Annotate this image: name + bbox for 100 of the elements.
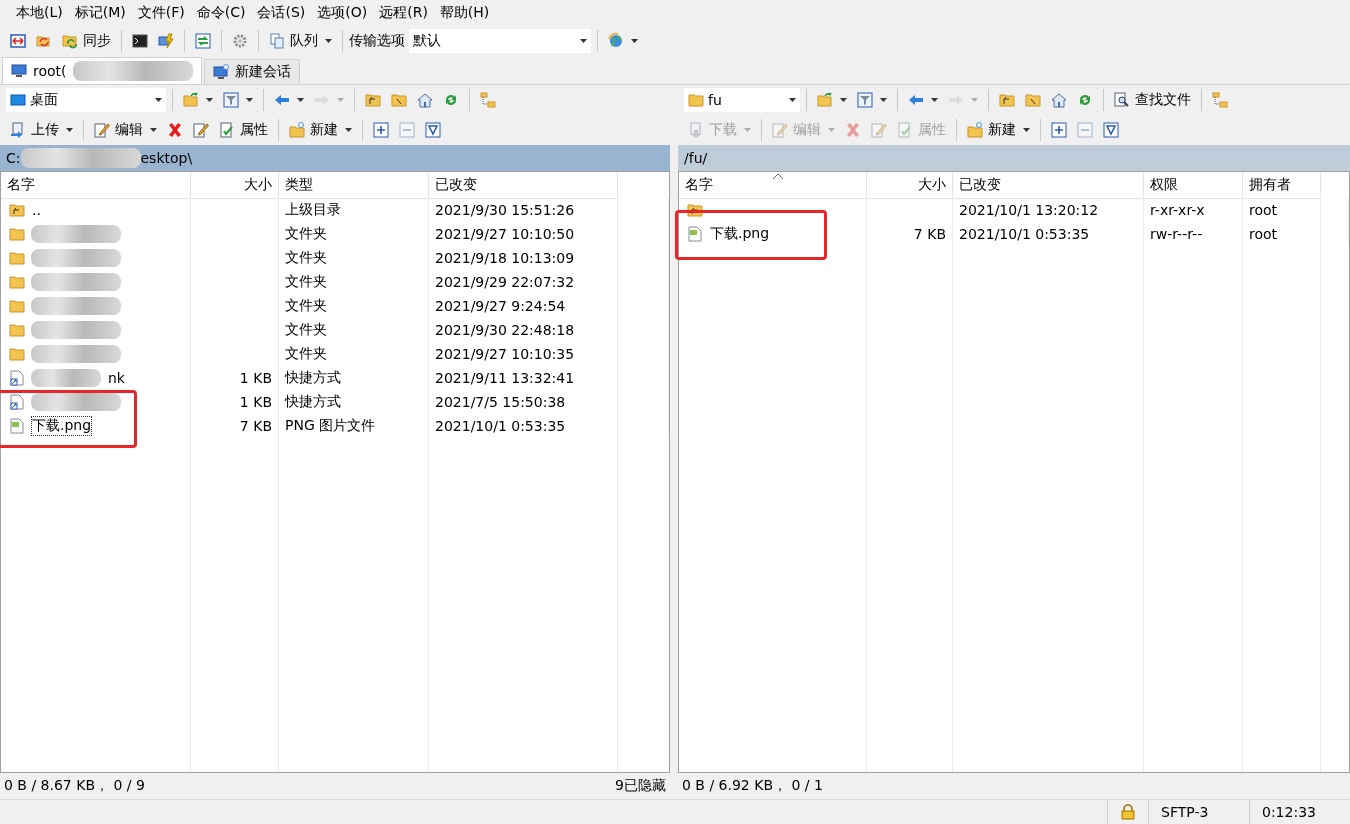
folder-slash-icon bbox=[391, 92, 407, 108]
folder-up-icon bbox=[999, 92, 1015, 108]
toolbar-button[interactable]: 同步 bbox=[58, 28, 115, 54]
document-check-icon bbox=[897, 122, 913, 138]
table-cell: 1 KB bbox=[239, 370, 272, 386]
table-cell: 2021/9/11 13:32:41 bbox=[435, 370, 575, 386]
caret-icon bbox=[789, 98, 796, 102]
caret-icon bbox=[155, 98, 162, 102]
arrow-left-icon bbox=[274, 92, 290, 108]
file-name[interactable]: .. bbox=[31, 201, 42, 219]
split-arrows-icon bbox=[10, 33, 26, 49]
toolbar-button[interactable]: 属性 bbox=[215, 117, 272, 143]
session-tab[interactable]: 新建会话 bbox=[203, 59, 300, 84]
table-cell: 文件夹 bbox=[285, 297, 327, 315]
column-header[interactable]: 已改变 bbox=[429, 172, 618, 199]
table-cell: 文件夹 bbox=[285, 249, 327, 267]
table-cell: 2021/9/29 22:07:32 bbox=[435, 274, 575, 290]
table-cell: 2021/10/1 0:53:35 bbox=[959, 226, 1090, 242]
table-cell: 1 KB bbox=[239, 394, 272, 410]
menu-item[interactable]: 选项(O) bbox=[311, 2, 374, 24]
delete-icon bbox=[845, 122, 861, 138]
dropdown-field[interactable]: fu bbox=[684, 88, 800, 112]
document-pencil-icon bbox=[193, 122, 209, 138]
column-header[interactable]: 已改变 bbox=[953, 172, 1144, 199]
toolbar-button[interactable]: 编辑 bbox=[90, 117, 161, 143]
toolbar-button[interactable]: 上传 bbox=[6, 117, 77, 143]
menu-item[interactable]: 帮助(H) bbox=[433, 2, 496, 24]
menu-item[interactable]: 本地(L) bbox=[10, 2, 69, 24]
folder-tree-icon bbox=[480, 92, 496, 108]
tab-label: 新建会话 bbox=[234, 63, 291, 81]
path-text: /fu/ bbox=[684, 150, 708, 166]
toolbar-button[interactable]: 新建 bbox=[285, 117, 356, 143]
status-text: 0 B / 6.92 KB， 0 / 1 bbox=[682, 777, 823, 795]
dropdown-field[interactable]: 桌面 bbox=[6, 88, 166, 112]
table-cell: 2021/9/27 10:10:35 bbox=[435, 346, 575, 362]
table-cell: 2021/9/27 9:24:54 bbox=[435, 298, 566, 314]
menu-item[interactable]: 远程(R) bbox=[373, 2, 434, 24]
path-text: esktop\ bbox=[140, 150, 193, 166]
delete-icon bbox=[167, 122, 183, 138]
table-cell: rw-r--r-- bbox=[1150, 226, 1203, 242]
home-icon bbox=[1051, 92, 1067, 108]
file-name[interactable]: 下载.png bbox=[709, 224, 771, 244]
document-pencil-icon bbox=[871, 122, 887, 138]
search-document-icon bbox=[1114, 92, 1130, 108]
column-header[interactable]: 名字 bbox=[1, 172, 191, 199]
table-cell: 文件夹 bbox=[285, 321, 327, 339]
table-cell: 2021/9/30 22:48:18 bbox=[435, 322, 575, 338]
file-name[interactable]: nk bbox=[107, 369, 126, 387]
table-cell: 上级目录 bbox=[285, 201, 341, 219]
upload-icon bbox=[10, 122, 26, 138]
plus-icon bbox=[1051, 122, 1067, 138]
folder-star-icon bbox=[967, 122, 983, 138]
triangle-icon bbox=[425, 122, 441, 138]
table-cell: 文件夹 bbox=[285, 273, 327, 291]
table-cell: 2021/9/27 10:10:50 bbox=[435, 226, 575, 242]
minus-icon bbox=[1077, 122, 1093, 138]
file-name[interactable]: 下载.png bbox=[31, 416, 93, 436]
filter-icon bbox=[857, 92, 873, 108]
menu-item[interactable]: 命令(C) bbox=[190, 2, 252, 24]
folder-sync-icon bbox=[62, 33, 78, 49]
protocol-text: SFTP-3 bbox=[1161, 804, 1209, 820]
monitor-icon bbox=[11, 63, 27, 79]
refresh-icon bbox=[443, 92, 459, 108]
dropdown-field[interactable]: 默认 bbox=[409, 29, 591, 53]
gear-icon bbox=[232, 33, 248, 49]
column-header[interactable]: 拥有者 bbox=[1243, 172, 1321, 199]
monitor-bolt-icon bbox=[158, 33, 174, 49]
table-cell: root bbox=[1249, 226, 1278, 242]
menu-item[interactable]: 标记(M) bbox=[68, 2, 132, 24]
terminal-icon bbox=[132, 33, 148, 49]
toolbar-button[interactable]: 查找文件 bbox=[1110, 87, 1195, 113]
column-header[interactable]: 名字 bbox=[679, 172, 867, 199]
elapsed-time: 0:12:33 bbox=[1262, 804, 1316, 820]
table-cell: PNG 图片文件 bbox=[285, 417, 376, 435]
column-header[interactable]: 大小 bbox=[191, 172, 279, 199]
document-pencil-icon bbox=[94, 122, 110, 138]
table-cell: 2021/9/30 15:51:26 bbox=[435, 202, 575, 218]
session-tab[interactable]: root( bbox=[2, 57, 202, 84]
folders-sync-icon bbox=[36, 33, 52, 49]
field-label: 传输选项 bbox=[349, 32, 405, 50]
documents-icon bbox=[269, 33, 285, 49]
caret-icon bbox=[580, 39, 587, 43]
folder-icon bbox=[688, 92, 704, 108]
lock-icon bbox=[1120, 804, 1136, 820]
sort-icon bbox=[772, 173, 783, 179]
folder-up-icon bbox=[365, 92, 381, 108]
column-header[interactable]: 权限 bbox=[1144, 172, 1243, 199]
menu-item[interactable]: 文件(F) bbox=[131, 2, 191, 24]
tab-label: root( bbox=[33, 63, 67, 79]
home-icon bbox=[417, 92, 433, 108]
filter-icon bbox=[223, 92, 239, 108]
menu-item[interactable]: 会话(S) bbox=[251, 2, 312, 24]
toolbar-button[interactable]: 新建 bbox=[963, 117, 1034, 143]
table-cell: 快捷方式 bbox=[285, 393, 341, 411]
triangle-icon bbox=[1103, 122, 1119, 138]
column-header[interactable]: 大小 bbox=[867, 172, 953, 199]
toolbar-button[interactable]: 队列 bbox=[265, 28, 336, 54]
desktop-icon bbox=[10, 92, 26, 108]
status-text: 0 B / 8.67 KB， 0 / 9 bbox=[4, 777, 145, 795]
column-header[interactable]: 类型 bbox=[279, 172, 429, 199]
